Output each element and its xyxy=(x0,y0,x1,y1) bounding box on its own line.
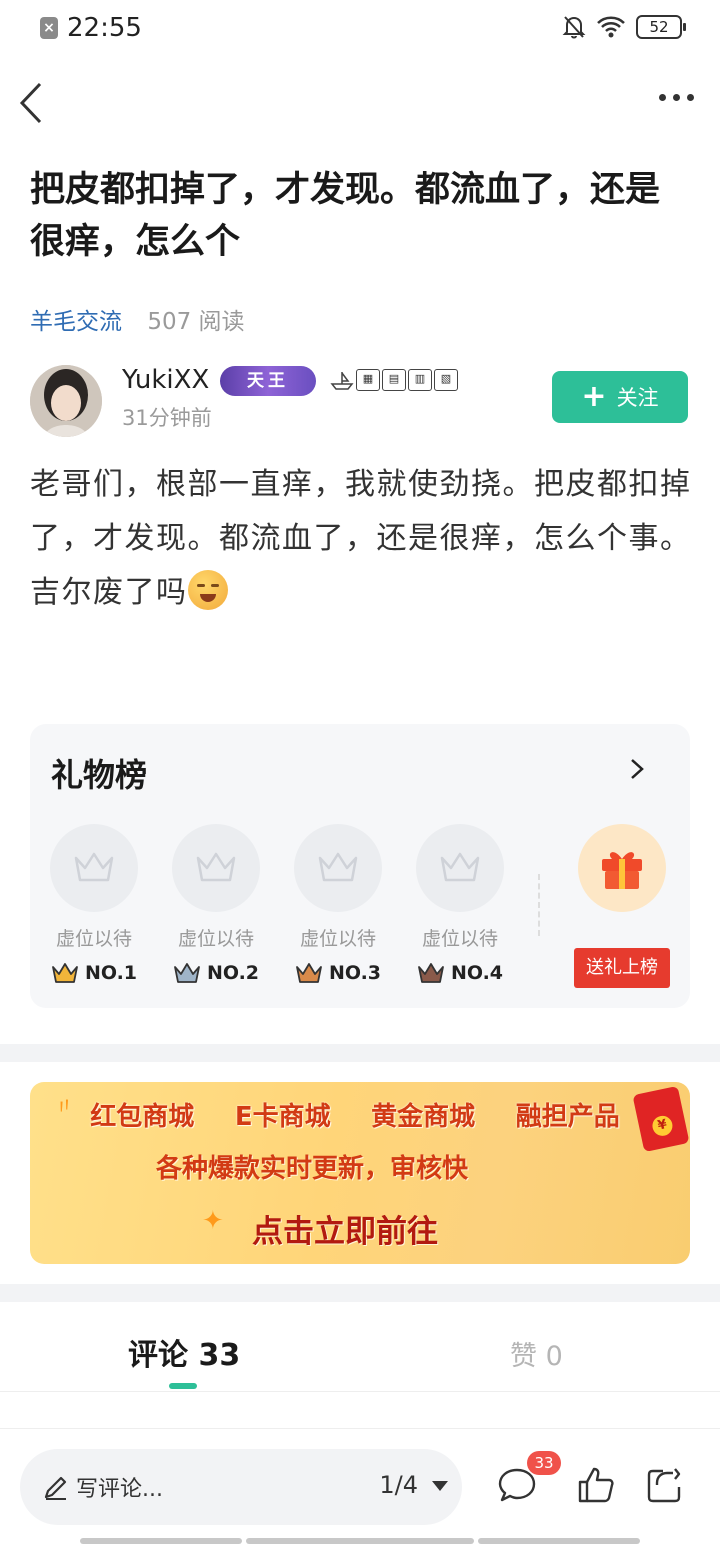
gift-box-icon xyxy=(602,852,642,889)
divider xyxy=(538,874,540,936)
crown-outline-icon xyxy=(74,852,114,882)
follow-button[interactable]: + 关注 xyxy=(552,371,688,423)
thumbs-up-icon[interactable] xyxy=(576,1465,616,1505)
slot-rank: NO.2 xyxy=(172,961,260,985)
gift-slot: 虚位以待 NO.4 xyxy=(416,824,504,985)
post-meta: 羊毛交流 507 阅读 xyxy=(30,302,245,336)
gift-board-title: 礼物榜 xyxy=(51,756,148,794)
banner-cta: 点击立即前往 xyxy=(252,1214,438,1250)
section-divider xyxy=(0,1284,720,1302)
level-badge: 天王 xyxy=(220,366,316,396)
status-bar: × 22:55 52 xyxy=(0,0,720,58)
plus-icon: + xyxy=(581,379,607,414)
scroll-indicator xyxy=(246,1538,474,1544)
notification-x-icon: × xyxy=(40,17,58,39)
post-body: 老哥们，根部一直痒，我就使劲挠。把皮都扣掉了，才发现。都流血了，还是很痒，怎么个… xyxy=(30,458,694,620)
crown-icon xyxy=(418,963,444,983)
send-gift-button[interactable]: 送礼上榜 xyxy=(574,948,670,988)
bottom-action-bar: 写评论... 1/4 33 xyxy=(0,1428,720,1544)
tab-likes[interactable]: 赞 0 xyxy=(510,1334,563,1373)
empty-avatar xyxy=(294,824,382,912)
tabs-divider xyxy=(0,1391,720,1392)
banner-item: 融担产品 xyxy=(515,1102,620,1132)
post-body-text: 老哥们，根部一直痒，我就使劲挠。把皮都扣掉了，才发现。都流血了，还是很痒，怎么个… xyxy=(30,467,692,610)
crown-outline-icon xyxy=(440,852,480,882)
slot-status: 虚位以待 xyxy=(421,928,498,950)
read-count: 507 阅读 xyxy=(147,309,245,335)
banner-item: E卡商城 xyxy=(234,1102,331,1132)
medal-icon: ▤ xyxy=(382,369,406,391)
post-time: 31分钟前 xyxy=(122,406,212,430)
scroll-indicator xyxy=(478,1538,640,1544)
status-icons: 52 xyxy=(562,14,686,40)
mute-bell-icon xyxy=(562,16,586,39)
section-divider xyxy=(0,1044,720,1062)
empty-avatar xyxy=(50,824,138,912)
caret-down-icon[interactable] xyxy=(432,1481,448,1491)
category-link[interactable]: 羊毛交流 xyxy=(30,309,122,335)
comment-count-badge: 33 xyxy=(527,1451,561,1475)
boat-icon xyxy=(330,372,354,390)
medal-icon: ▥ xyxy=(408,369,432,391)
crown-icon xyxy=(296,963,322,983)
banner-item: 红包商城 xyxy=(90,1102,195,1132)
banner-items: 红包商城 E卡商城 黄金商城 融担产品 xyxy=(30,1096,640,1133)
red-envelope-icon xyxy=(632,1085,690,1153)
battery-indicator: 52 xyxy=(636,15,686,39)
follow-label: 关注 xyxy=(616,386,659,410)
crown-outline-icon xyxy=(318,852,358,882)
tab-indicator xyxy=(169,1383,197,1389)
banner-item: 黄金商城 xyxy=(371,1102,476,1132)
gift-slot: 虚位以待 NO.1 xyxy=(50,824,138,985)
slot-rank: NO.1 xyxy=(50,961,138,985)
sparkle-icon: ✦ xyxy=(202,1206,224,1236)
banner-subtitle: 各种爆款实时更新，审核快 xyxy=(156,1154,469,1184)
page-indicator[interactable]: 1/4 xyxy=(379,1471,418,1499)
chevron-right-icon[interactable] xyxy=(626,758,648,780)
wifi-icon xyxy=(597,16,625,38)
post-title: 把皮都扣掉了，才发现。都流血了，还是很痒，怎么个 xyxy=(30,170,661,262)
slot-status: 虚位以待 xyxy=(177,928,254,950)
crown-outline-icon xyxy=(196,852,236,882)
gift-slot: 虚位以待 NO.3 xyxy=(294,824,382,985)
top-nav xyxy=(0,58,720,150)
author-avatar[interactable] xyxy=(30,365,102,437)
post-detail-page: × 22:55 52 把皮都扣掉了，才发现。都流血了，还是很痒，怎么个 羊毛交流 xyxy=(0,0,720,1544)
gift-slot: 虚位以待 NO.2 xyxy=(172,824,260,985)
comment-input[interactable]: 写评论... 1/4 xyxy=(20,1449,462,1525)
crown-icon xyxy=(52,963,78,983)
slot-rank: NO.3 xyxy=(294,961,382,985)
grimace-emoji-icon xyxy=(187,570,228,610)
medal-icon: ▦ xyxy=(356,369,380,391)
status-time: 22:55 xyxy=(67,13,142,43)
empty-avatar xyxy=(416,824,504,912)
promo-banner[interactable]: 〃 红包商城 E卡商城 黄金商城 融担产品 各种爆款实时更新，审核快 ✦ 点击立… xyxy=(30,1082,690,1264)
scroll-indicator xyxy=(80,1538,242,1544)
empty-avatar xyxy=(172,824,260,912)
gift-board: 礼物榜 虚位以待 NO.1 虚位以待 NO.2 虚位以待 NO.3 虚位以待 N… xyxy=(30,724,690,1008)
more-options-icon[interactable] xyxy=(659,94,694,101)
comment-placeholder: 写评论... xyxy=(76,1477,163,1502)
author-name[interactable]: YukiXX xyxy=(122,365,209,395)
tab-comments[interactable]: 评论 33 xyxy=(128,1330,240,1374)
achievement-badges: ▦ ▤ ▥ ▧ xyxy=(330,369,458,391)
slot-status: 虚位以待 xyxy=(55,928,132,950)
crown-icon xyxy=(174,963,200,983)
pen-icon xyxy=(44,1476,67,1500)
gift-button[interactable] xyxy=(578,824,666,912)
share-icon[interactable] xyxy=(645,1465,685,1505)
slot-rank: NO.4 xyxy=(416,961,504,985)
slot-status: 虚位以待 xyxy=(299,928,376,950)
back-arrow-icon[interactable] xyxy=(14,78,54,128)
medal-icon: ▧ xyxy=(434,369,458,391)
